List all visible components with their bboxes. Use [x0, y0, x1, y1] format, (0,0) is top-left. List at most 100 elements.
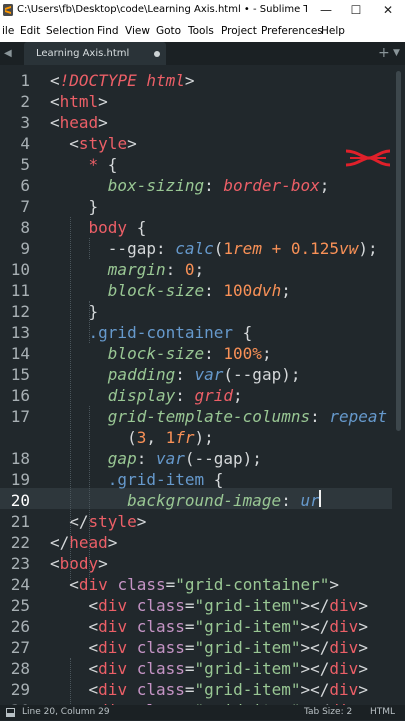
code-line[interactable]: <div class="grid-item"></div> [50, 658, 368, 679]
menu-help[interactable]: Help [321, 20, 345, 42]
menu-preferences[interactable]: Preferences [261, 20, 323, 42]
menu-file[interactable]: ile [2, 20, 14, 42]
menu-goto[interactable]: Goto [156, 20, 181, 42]
code-line[interactable]: <div class="grid-item"></div> [50, 616, 368, 637]
code-token: ); [194, 428, 214, 447]
code-token: < [88, 659, 99, 678]
code-token: > [329, 575, 340, 594]
code-line[interactable]: <!DOCTYPE html> [50, 70, 195, 91]
code-token: > [358, 596, 368, 615]
status-bar: Line 20, Column 29 Tab Size: 2 HTML [0, 705, 405, 720]
code-line[interactable]: (3, 1fr); [50, 427, 214, 448]
line-number: 15 [10, 365, 30, 384]
menu-view[interactable]: View [125, 20, 150, 42]
menu-tools[interactable]: Tools [188, 20, 214, 42]
code-token: ></ [300, 638, 330, 657]
scroll-thumb[interactable] [396, 71, 401, 431]
code-token: 3 [136, 428, 147, 447]
status-panel-icon[interactable] [6, 708, 15, 717]
new-tab-plus-icon[interactable]: + [378, 42, 390, 65]
code-line[interactable]: <body> [50, 553, 108, 574]
tab-scroll-left-icon[interactable]: ◀ [4, 42, 12, 65]
code-editor[interactable]: 1 2 3 4 5 6 7 8 9 10 11 12 13 14 15 16 17 18 19 20 21 22 23 24 2… [0, 65, 405, 720]
menu-project[interactable]: Project [221, 20, 257, 42]
code-token: .grid-item [107, 470, 205, 489]
code-line[interactable]: </style> [50, 511, 146, 532]
code-line[interactable]: <div class="grid-container"> [50, 574, 339, 595]
code-token: (--gap); [223, 365, 301, 384]
code-token: : [204, 176, 224, 195]
code-token: = [184, 617, 195, 636]
code-line[interactable]: </head> [50, 532, 117, 553]
code-token: display [107, 386, 176, 405]
code-token: ; [261, 344, 272, 363]
code-token: grid-template-columns [107, 407, 311, 426]
line-number: 11 [10, 281, 30, 300]
code-line[interactable]: block-size: 100dvh; [50, 280, 291, 301]
code-token: ></ [300, 680, 330, 699]
code-line[interactable]: body { [50, 217, 147, 238]
line-number: 19 [10, 470, 30, 489]
code-line[interactable]: <div class="grid-item"></div> [50, 679, 368, 700]
code-token: ( [213, 239, 224, 258]
code-token: { [98, 155, 118, 174]
tab-learning-axis[interactable]: Learning Axis.html [24, 42, 166, 65]
code-line[interactable]: display: grid; [50, 385, 243, 406]
code-line[interactable]: <html> [50, 91, 108, 112]
code-token: "grid-item" [194, 638, 301, 657]
tab-dirty-dot-icon[interactable] [154, 51, 160, 57]
code-token: > [98, 113, 108, 132]
code-token: rem [233, 239, 262, 258]
code-line[interactable]: .grid-item { [50, 469, 224, 490]
code-token: "grid-item" [194, 596, 301, 615]
code-token: div [78, 575, 108, 594]
code-line[interactable]: * { [50, 154, 118, 175]
line-number: 18 [10, 449, 30, 468]
code-line[interactable]: } [50, 196, 99, 217]
line-number: 20 [10, 491, 30, 510]
code-line[interactable]: .grid-container { [50, 322, 253, 343]
code-line[interactable]: --gap: calc(1rem + 0.125vw); [50, 238, 378, 259]
line-number: 22 [10, 533, 30, 552]
code-token: ur [300, 491, 320, 510]
syntax-selector[interactable]: HTML [370, 705, 395, 720]
code-token: margin [107, 260, 166, 279]
code-token: : [281, 491, 301, 510]
code-line[interactable]: gap: var(--gap); [50, 448, 262, 469]
menu-selection[interactable]: Selection [46, 20, 94, 42]
code-line[interactable]: block-size: 100%; [50, 343, 272, 364]
line-number [0, 427, 30, 448]
code-token: var [194, 365, 224, 384]
code-line[interactable]: <head> [50, 112, 108, 133]
code-token: < [88, 617, 99, 636]
menu-find[interactable]: Find [97, 20, 119, 42]
tab-size-selector[interactable]: Tab Size: 2 [304, 705, 352, 720]
code-token: div [98, 680, 128, 699]
maximize-icon[interactable]: ☐ [340, 0, 372, 20]
code-line[interactable]: margin: 0; [50, 259, 204, 280]
tab-list-chevron-icon[interactable]: ▼ [393, 42, 400, 65]
vertical-scrollbar[interactable] [396, 65, 402, 705]
close-icon[interactable]: ✕ [372, 0, 404, 20]
code-token: div [98, 617, 128, 636]
code-token: > [127, 134, 137, 153]
code-line[interactable]: <style> [50, 133, 137, 154]
cursor-position: Line 20, Column 29 [22, 707, 110, 717]
code-line[interactable]: <div class="grid-item"></div> [50, 595, 368, 616]
minimize-icon[interactable]: — [310, 0, 342, 20]
line-number: 25 [10, 596, 30, 615]
code-line[interactable]: <div class="grid-item"></div> [50, 637, 368, 658]
menu-edit[interactable]: Edit [20, 20, 40, 42]
code-line[interactable]: padding: var(--gap); [50, 364, 301, 385]
logo-icon [345, 149, 391, 167]
code-line[interactable]: grid-template-columns: repeat [50, 406, 387, 427]
code-token: !DOCTYPE html [59, 71, 185, 90]
line-number: 2 [20, 92, 30, 111]
code-token: padding [107, 365, 176, 384]
code-line[interactable]: box-sizing: border-box; [50, 175, 330, 196]
